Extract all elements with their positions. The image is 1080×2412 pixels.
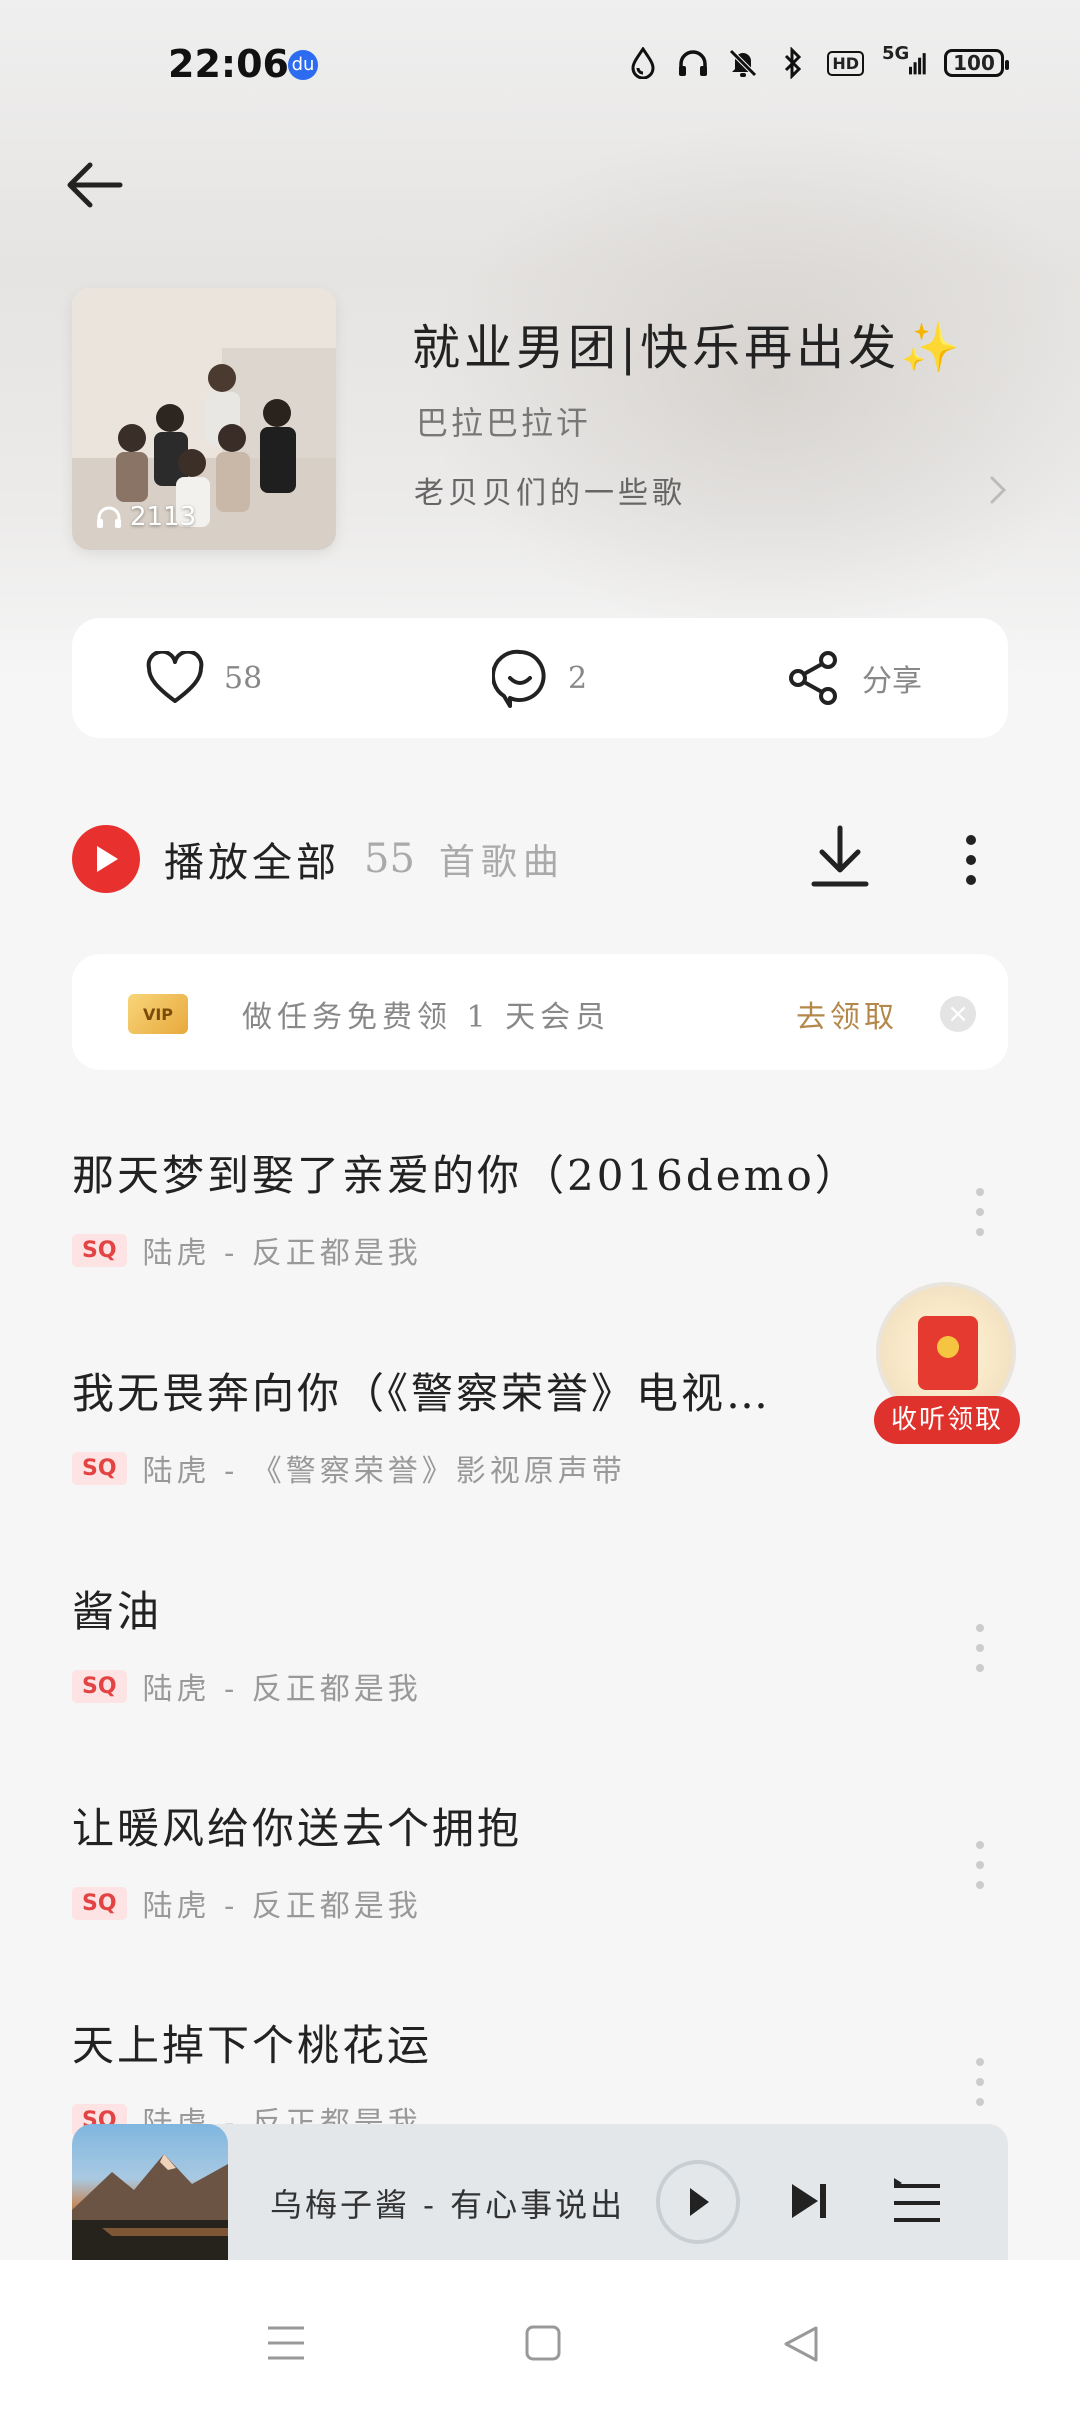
download-icon[interactable] <box>808 822 872 892</box>
song-meta: SQ 陆虎 - 反正都是我 <box>72 1228 422 1272</box>
status-icons: HD 5G 100 <box>627 42 1009 80</box>
song-more-icon[interactable] <box>972 1618 988 1678</box>
playlist-cover[interactable]: 2113 <box>72 288 336 550</box>
song-more-icon[interactable] <box>972 2052 988 2112</box>
song-artist: 陆虎 - 反正都是我 <box>142 1889 422 1924</box>
vip-claim-button[interactable]: 去领取 <box>796 992 898 1036</box>
quality-badge: SQ <box>72 1886 127 1920</box>
play-all-button[interactable]: 播放全部 55 首歌曲 <box>72 824 565 894</box>
song-row[interactable]: 那天梦到娶了亲爱的你（2016demo） SQ 陆虎 - 反正都是我 <box>72 1142 1008 1302</box>
action-card: 58 2 分享 <box>72 618 1008 738</box>
back-button[interactable] <box>62 155 132 215</box>
play-icon <box>690 2188 709 2216</box>
coin-icon <box>937 1336 959 1358</box>
song-more-icon[interactable] <box>972 1835 988 1895</box>
battery-icon: 100 <box>944 49 1009 77</box>
vip-badge-icon: VIP <box>128 994 188 1034</box>
quality-badge: SQ <box>72 1669 127 1703</box>
song-meta: SQ 陆虎 - 《警察荣誉》影视原声带 <box>72 1446 626 1490</box>
vip-banner[interactable]: VIP 做任务免费领 1 天会员 去领取 × <box>72 954 1008 1070</box>
back-nav-icon[interactable] <box>782 2324 820 2364</box>
share-icon <box>789 651 837 705</box>
signal-5g-icon: 5G <box>882 42 926 80</box>
bell-off-icon <box>727 46 759 80</box>
play-count: 2113 <box>96 502 196 532</box>
menu-icon[interactable] <box>266 2324 306 2362</box>
bluetooth-icon <box>777 46 809 80</box>
quality-badge: SQ <box>72 1233 127 1267</box>
song-artist: 陆虎 - 《警察荣誉》影视原声带 <box>142 1454 626 1489</box>
song-meta: SQ 陆虎 - 反正都是我 <box>72 1881 422 1925</box>
droplet-icon <box>627 46 659 80</box>
song-count: 55 <box>364 836 415 882</box>
home-icon[interactable] <box>524 2324 562 2362</box>
song-more-icon[interactable] <box>972 1182 988 1242</box>
song-artist: 陆虎 - 反正都是我 <box>142 1672 422 1707</box>
song-title: 让暖风给你送去个拥抱 <box>72 1804 523 1853</box>
song-row[interactable]: 让暖风给你送去个拥抱 SQ 陆虎 - 反正都是我 <box>72 1795 1008 1955</box>
share-button[interactable]: 分享 <box>786 646 922 710</box>
playlist-description[interactable]: 老贝贝们的一些歌 <box>414 468 686 512</box>
red-packet-label: 收听领取 <box>874 1396 1020 1444</box>
song-meta: SQ 陆虎 - 反正都是我 <box>72 1664 422 1708</box>
comment-count: 2 <box>568 660 588 696</box>
vip-banner-text: 做任务免费领 1 天会员 <box>242 1000 611 1035</box>
play-count-value: 2113 <box>130 502 197 532</box>
song-title: 我无畏奔向你（《警察荣誉》电视… <box>72 1369 772 1418</box>
now-playing-title: 乌梅子酱 - 有心事说出 <box>270 2186 626 2224</box>
heart-icon <box>146 651 204 703</box>
baidu-icon: du <box>288 50 318 80</box>
headphones-icon <box>677 46 709 80</box>
play-icon <box>72 825 140 893</box>
song-title: 那天梦到娶了亲爱的你（2016demo） <box>72 1151 860 1200</box>
playlist-title: 就业男团|快乐再出发✨ <box>412 320 964 376</box>
playlist-queue-icon[interactable] <box>890 2178 944 2228</box>
playlist-author[interactable]: 巴拉巴拉讦 <box>416 398 591 444</box>
system-nav-bar <box>0 2260 1080 2412</box>
status-bar: 22:06 du HD 5G 100 <box>0 0 1080 140</box>
hd-icon: HD <box>827 50 864 76</box>
comment-icon <box>492 649 546 708</box>
chevron-right-icon[interactable] <box>984 470 1012 510</box>
song-row[interactable]: 我无畏奔向你（《警察荣誉》电视… SQ 陆虎 - 《警察荣誉》影视原声带 <box>72 1360 1008 1520</box>
like-button[interactable]: 58 <box>146 646 262 710</box>
red-packet-button[interactable]: 收听领取 <box>874 1282 1020 1452</box>
comment-button[interactable]: 2 <box>492 646 587 710</box>
status-time: 22:06 <box>168 42 289 86</box>
next-track-icon[interactable] <box>786 2178 832 2224</box>
play-all-label: 播放全部 <box>164 840 340 886</box>
song-row[interactable]: 酱油 SQ 陆虎 - 反正都是我 <box>72 1578 1008 1738</box>
signal-5g-label: 5G <box>882 42 910 64</box>
now-playing-cover[interactable] <box>72 2124 228 2280</box>
play-pause-button[interactable] <box>656 2160 740 2244</box>
quality-badge: SQ <box>72 1451 127 1485</box>
close-icon[interactable]: × <box>940 996 976 1032</box>
cover-art <box>72 2154 228 2280</box>
share-label: 分享 <box>862 664 922 699</box>
headphones-icon <box>97 506 121 528</box>
song-count-label: 首歌曲 <box>438 842 565 883</box>
like-count: 58 <box>224 660 263 696</box>
song-artist: 陆虎 - 反正都是我 <box>142 1236 422 1271</box>
song-title: 酱油 <box>72 1587 163 1636</box>
song-title: 天上掉下个桃花运 <box>72 2021 433 2070</box>
more-icon[interactable] <box>956 830 986 890</box>
mini-player[interactable]: 乌梅子酱 - 有心事说出 <box>72 2124 1008 2280</box>
